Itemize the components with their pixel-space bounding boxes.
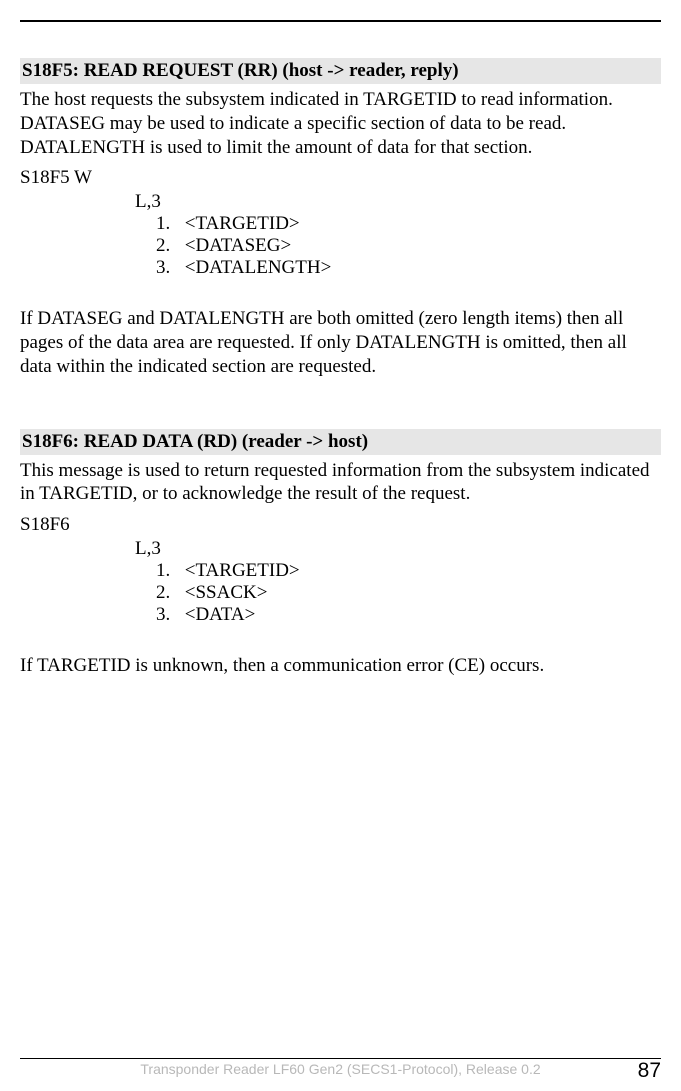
page-number: 87 bbox=[638, 1059, 661, 1083]
list-item: 3. <DATALENGTH> bbox=[156, 257, 661, 279]
section1-para1: The host requests the subsystem indicate… bbox=[20, 88, 661, 159]
section2-para2: If TARGETID is unknown, then a communica… bbox=[20, 654, 661, 678]
bottom-rule bbox=[20, 1058, 661, 1059]
list-item-number: 1. bbox=[156, 560, 180, 582]
list-item-number: 2. bbox=[156, 582, 180, 604]
section1-list-header: L,3 bbox=[135, 191, 661, 213]
list-item: 2. <DATASEG> bbox=[156, 235, 661, 257]
list-item-number: 3. bbox=[156, 604, 180, 626]
list-item-label: <TARGETID> bbox=[185, 560, 300, 581]
list-item: 3. <DATA> bbox=[156, 604, 661, 626]
footer-text: Transponder Reader LF60 Gen2 (SECS1-Prot… bbox=[20, 1061, 661, 1077]
list-item-label: <SSACK> bbox=[185, 582, 268, 603]
list-item-number: 2. bbox=[156, 235, 180, 257]
list-item-label: <DATA> bbox=[185, 604, 256, 625]
section1-msg-code: S18F5 W bbox=[20, 167, 661, 189]
section1-list: 1. <TARGETID> 2. <DATASEG> 3. <DATALENGT… bbox=[20, 213, 661, 279]
section-heading-s18f5: S18F5: READ REQUEST (RR) (host -> reader… bbox=[20, 58, 661, 84]
section2-list: 1. <TARGETID> 2. <SSACK> 3. <DATA> bbox=[20, 560, 661, 626]
section1-para2: If DATASEG and DATALENGTH are both omitt… bbox=[20, 307, 661, 378]
page-footer: Transponder Reader LF60 Gen2 (SECS1-Prot… bbox=[20, 1058, 661, 1077]
section2-para1: This message is used to return requested… bbox=[20, 459, 661, 507]
section2-msg-code: S18F6 bbox=[20, 514, 661, 536]
list-item-label: <DATASEG> bbox=[185, 235, 291, 256]
list-item-label: <TARGETID> bbox=[185, 213, 300, 234]
section-heading-s18f6: S18F6: READ DATA (RD) (reader -> host) bbox=[20, 429, 661, 455]
list-item: 2. <SSACK> bbox=[156, 582, 661, 604]
top-rule bbox=[20, 20, 661, 22]
list-item: 1. <TARGETID> bbox=[156, 213, 661, 235]
section2-list-header: L,3 bbox=[135, 538, 661, 560]
list-item: 1. <TARGETID> bbox=[156, 560, 661, 582]
list-item-number: 3. bbox=[156, 257, 180, 279]
list-item-label: <DATALENGTH> bbox=[185, 257, 332, 278]
list-item-number: 1. bbox=[156, 213, 180, 235]
